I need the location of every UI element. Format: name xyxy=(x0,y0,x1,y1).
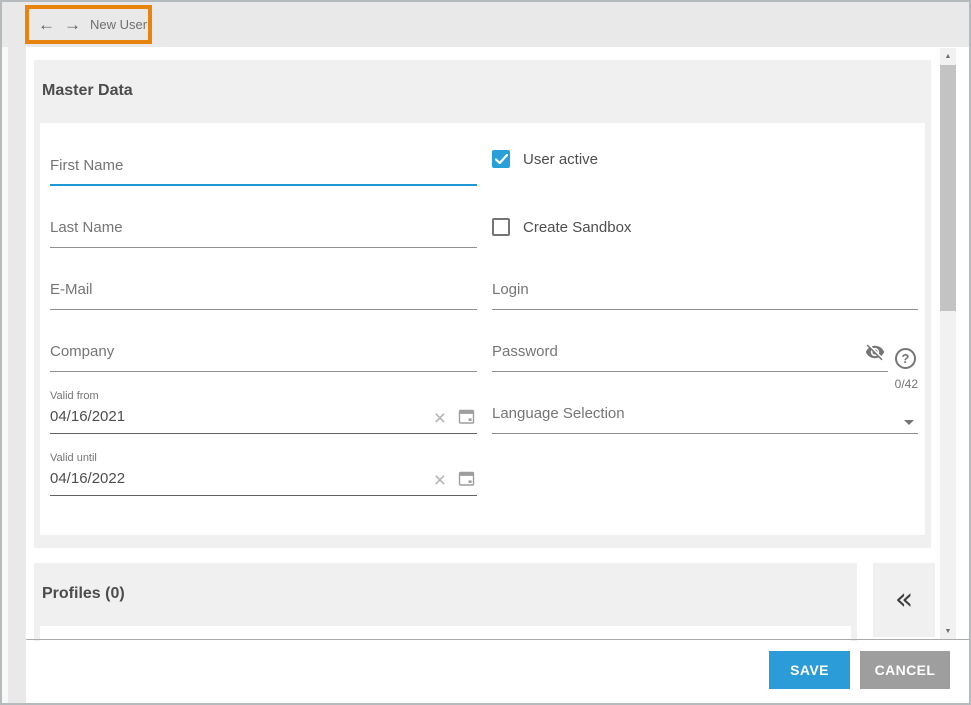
scrollbar-down-icon[interactable]: ▼ xyxy=(940,623,956,639)
master-data-section: Master Data Valid from × xyxy=(34,60,931,548)
profiles-title: Profiles (0) xyxy=(42,585,125,602)
save-button[interactable]: SAVE xyxy=(769,651,850,689)
dropdown-arrow-icon[interactable] xyxy=(904,420,914,425)
login-field xyxy=(492,276,918,310)
password-help-icon[interactable]: ? xyxy=(895,348,916,369)
first-name-field xyxy=(50,152,477,186)
cancel-button[interactable]: CANCEL xyxy=(860,651,950,689)
master-data-card: Valid from × Valid until × xyxy=(40,123,925,535)
password-input[interactable] xyxy=(492,338,888,372)
left-gutter xyxy=(8,47,26,703)
email-field xyxy=(50,276,477,310)
email-input[interactable] xyxy=(50,276,477,310)
valid-from-clear-icon[interactable]: × xyxy=(434,408,446,429)
last-name-input[interactable] xyxy=(50,214,477,248)
create-sandbox-checkbox[interactable]: Create Sandbox xyxy=(492,218,631,236)
collapse-chevrons-icon: « xyxy=(894,582,914,617)
language-selection-field xyxy=(492,400,918,434)
password-field xyxy=(492,338,888,372)
valid-from-calendar-icon[interactable] xyxy=(458,408,475,430)
create-sandbox-label: Create Sandbox xyxy=(523,218,632,236)
language-selection-input[interactable] xyxy=(492,400,918,434)
topbar: ← → New User xyxy=(2,2,969,47)
valid-from-label: Valid from xyxy=(50,390,99,402)
new-user-window: ← → New User Master Data Valid fro xyxy=(0,0,971,705)
last-name-field xyxy=(50,214,477,248)
footer-divider xyxy=(26,639,969,640)
valid-until-input[interactable] xyxy=(50,467,349,487)
vertical-scrollbar[interactable]: ▲ ▼ xyxy=(940,48,956,639)
master-data-title: Master Data xyxy=(42,82,133,99)
page-title: New User xyxy=(90,17,148,32)
profiles-section: Profiles (0) xyxy=(34,563,857,641)
company-field xyxy=(50,338,477,372)
password-char-counter: 0/42 xyxy=(894,377,918,391)
scrollbar-thumb[interactable] xyxy=(940,65,956,311)
valid-until-label: Valid until xyxy=(50,452,97,464)
valid-until-field: Valid until × xyxy=(50,452,477,496)
valid-until-clear-icon[interactable]: × xyxy=(434,470,446,491)
valid-from-field: Valid from × xyxy=(50,390,477,434)
collapse-panel-button[interactable]: « xyxy=(873,563,935,637)
first-name-input[interactable] xyxy=(50,152,477,186)
user-active-checkbox[interactable]: User active xyxy=(492,150,598,168)
annotation-highlight-box: ← → New User xyxy=(25,5,152,44)
valid-until-calendar-icon[interactable] xyxy=(458,470,475,492)
back-arrow-icon[interactable]: ← xyxy=(38,16,55,33)
forward-arrow-icon[interactable]: → xyxy=(64,16,81,33)
checkbox-icon xyxy=(492,150,510,168)
user-active-label: User active xyxy=(523,150,599,168)
login-input[interactable] xyxy=(492,276,918,310)
company-input[interactable] xyxy=(50,338,477,372)
checkbox-icon xyxy=(492,218,510,236)
scrollbar-up-icon[interactable]: ▲ xyxy=(940,48,956,64)
valid-from-input[interactable] xyxy=(50,405,349,425)
visibility-off-icon[interactable] xyxy=(864,342,886,367)
